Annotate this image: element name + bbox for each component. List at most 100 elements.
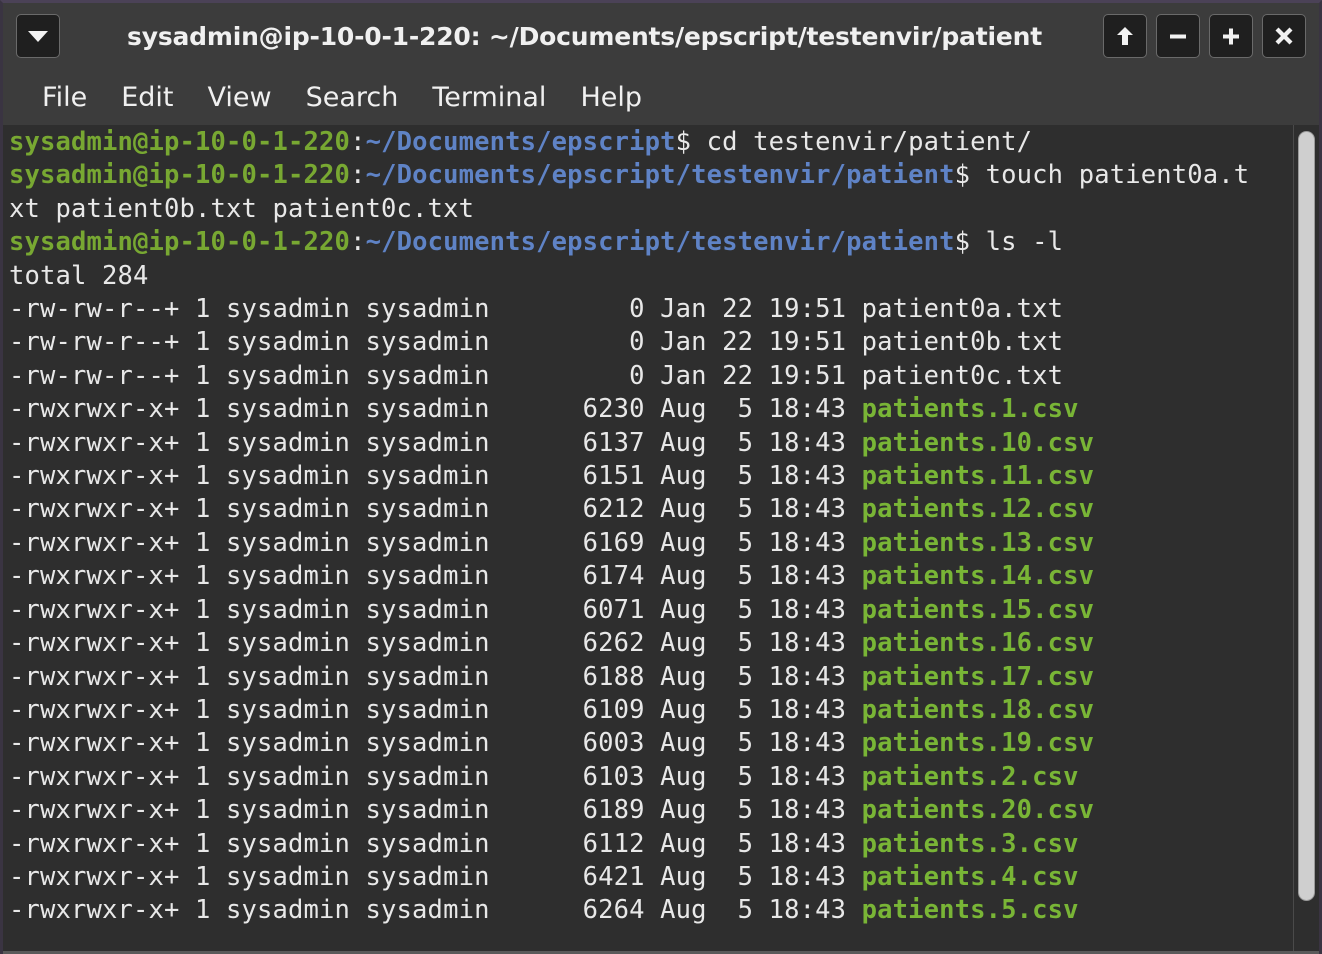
file-listing-row: -rwxrwxr-x+ 1 sysadmin sysadmin 6174 Aug… (9, 560, 1293, 593)
terminal-window: sysadmin@ip-10-0-1-220: ~/Documents/epsc… (0, 0, 1322, 954)
file-listing-row: -rwxrwxr-x+ 1 sysadmin sysadmin 6137 Aug… (9, 427, 1293, 460)
file-name: patients.14.csv (861, 561, 1095, 592)
file-metadata: -rwxrwxr-x+ 1 sysadmin sysadmin 6174 Aug… (9, 561, 862, 592)
prompt-command: $ cd testenvir/patient/ (675, 127, 1033, 157)
file-listing-row: -rwxrwxr-x+ 1 sysadmin sysadmin 6262 Aug… (9, 627, 1293, 660)
file-name: patients.1.csv (861, 394, 1079, 425)
file-listing-row: -rwxrwxr-x+ 1 sysadmin sysadmin 6112 Aug… (9, 828, 1293, 861)
prompt-command: $ touch patient0a.t (954, 160, 1250, 191)
file-metadata: -rwxrwxr-x+ 1 sysadmin sysadmin 6230 Aug… (9, 394, 862, 425)
prompt-path: ~/Documents/epscript/testenvir/patient (365, 160, 955, 191)
prompt-user-host: sysadmin@ip-10-0-1-220 (9, 160, 351, 191)
file-listing-row: -rwxrwxr-x+ 1 sysadmin sysadmin 6421 Aug… (9, 861, 1293, 894)
file-name: patients.18.csv (861, 694, 1095, 725)
prompt-path: ~/Documents/epscript/testenvir/patient (365, 227, 955, 258)
terminal-scrollbar[interactable] (1293, 125, 1319, 951)
file-metadata: -rwxrwxr-x+ 1 sysadmin sysadmin 6109 Aug… (9, 694, 862, 725)
file-metadata: -rwxrwxr-x+ 1 sysadmin sysadmin 6112 Aug… (9, 828, 862, 859)
file-metadata: -rw-rw-r--+ 1 sysadmin sysadmin 0 Jan 22… (9, 360, 862, 391)
file-listing-row: -rwxrwxr-x+ 1 sysadmin sysadmin 6188 Aug… (9, 661, 1293, 694)
terminal-output[interactable]: sysadmin@ip-10-0-1-220:~/Documents/epscr… (3, 125, 1293, 951)
file-listing-row: -rw-rw-r--+ 1 sysadmin sysadmin 0 Jan 22… (9, 360, 1293, 393)
file-metadata: -rwxrwxr-x+ 1 sysadmin sysadmin 6189 Aug… (9, 795, 862, 826)
menu-item-view[interactable]: View (190, 80, 288, 115)
minimize-button[interactable] (1156, 14, 1200, 58)
menu-item-help[interactable]: Help (563, 80, 659, 115)
menu-bar: File Edit View Search Terminal Help (3, 69, 1319, 125)
prompt-colon: : (350, 127, 366, 157)
file-name: patient0a.txt (861, 294, 1064, 325)
scrollbar-thumb[interactable] (1298, 131, 1315, 901)
file-listing-row: -rwxrwxr-x+ 1 sysadmin sysadmin 6103 Aug… (9, 761, 1293, 794)
file-metadata: -rwxrwxr-x+ 1 sysadmin sysadmin 6212 Aug… (9, 494, 862, 525)
arrow-up-icon (1117, 27, 1133, 45)
file-name: patients.20.csv (861, 795, 1095, 826)
file-name: patient0c.txt (861, 360, 1064, 391)
terminal-total-line: total 284 (9, 260, 1293, 293)
prompt-colon: : (350, 227, 366, 258)
file-name: patients.2.csv (861, 761, 1079, 792)
prompt-path: ~/Documents/epscript (365, 127, 676, 157)
file-listing-row: -rwxrwxr-x+ 1 sysadmin sysadmin 6189 Aug… (9, 794, 1293, 827)
file-listing-row: -rwxrwxr-x+ 1 sysadmin sysadmin 6109 Aug… (9, 694, 1293, 727)
window-title: sysadmin@ip-10-0-1-220: ~/Documents/epsc… (127, 21, 1042, 51)
file-listing-row: -rwxrwxr-x+ 1 sysadmin sysadmin 6071 Aug… (9, 594, 1293, 627)
title-bar: sysadmin@ip-10-0-1-220: ~/Documents/epsc… (3, 3, 1319, 69)
file-name: patients.17.csv (861, 661, 1095, 692)
file-metadata: -rwxrwxr-x+ 1 sysadmin sysadmin 6103 Aug… (9, 761, 862, 792)
file-metadata: -rwxrwxr-x+ 1 sysadmin sysadmin 6421 Aug… (9, 861, 862, 892)
prompt-user-host: sysadmin@ip-10-0-1-220 (9, 227, 351, 258)
file-name: patients.3.csv (861, 828, 1079, 859)
file-metadata: -rw-rw-r--+ 1 sysadmin sysadmin 0 Jan 22… (9, 327, 862, 358)
file-metadata: -rwxrwxr-x+ 1 sysadmin sysadmin 6071 Aug… (9, 594, 862, 625)
window-controls (1103, 14, 1306, 58)
file-metadata: -rwxrwxr-x+ 1 sysadmin sysadmin 6003 Aug… (9, 728, 862, 759)
zoom-in-button[interactable] (1209, 14, 1253, 58)
menu-item-file[interactable]: File (25, 80, 104, 115)
file-metadata: -rwxrwxr-x+ 1 sysadmin sysadmin 6151 Aug… (9, 461, 862, 492)
terminal-wrapped-continuation: xt patient0b.txt patient0c.txt (9, 193, 1293, 226)
chevron-down-icon (28, 31, 48, 42)
wrapped-command-text: xt patient0b.txt patient0c.txt (9, 193, 475, 224)
file-listing-row: -rwxrwxr-x+ 1 sysadmin sysadmin 6169 Aug… (9, 527, 1293, 560)
close-x-icon (1275, 27, 1293, 45)
file-metadata: -rwxrwxr-x+ 1 sysadmin sysadmin 6264 Aug… (9, 895, 862, 926)
file-name: patients.13.csv (861, 527, 1095, 558)
terminal-prompt-line: sysadmin@ip-10-0-1-220:~/Documents/epscr… (9, 159, 1293, 192)
file-listing-row: -rwxrwxr-x+ 1 sysadmin sysadmin 6212 Aug… (9, 493, 1293, 526)
total-text: total 284 (9, 260, 149, 291)
file-metadata: -rwxrwxr-x+ 1 sysadmin sysadmin 6169 Aug… (9, 527, 862, 558)
terminal-prompt-line: sysadmin@ip-10-0-1-220:~/Documents/epscr… (9, 126, 1293, 159)
plus-icon (1223, 28, 1239, 45)
file-metadata: -rwxrwxr-x+ 1 sysadmin sysadmin 6188 Aug… (9, 661, 862, 692)
prompt-command: $ ls -l (954, 227, 1064, 258)
file-name: patients.19.csv (861, 728, 1095, 759)
prompt-colon: : (350, 160, 366, 191)
file-listing-row: -rw-rw-r--+ 1 sysadmin sysadmin 0 Jan 22… (9, 293, 1293, 326)
file-metadata: -rw-rw-r--+ 1 sysadmin sysadmin 0 Jan 22… (9, 294, 862, 325)
file-listing-row: -rw-rw-r--+ 1 sysadmin sysadmin 0 Jan 22… (9, 326, 1293, 359)
file-name: patients.16.csv (861, 628, 1095, 659)
window-menu-dropdown-button[interactable] (16, 14, 60, 58)
minus-icon (1170, 34, 1186, 39)
file-name: patients.12.csv (861, 494, 1095, 525)
file-name: patients.15.csv (861, 594, 1095, 625)
file-listing-row: -rwxrwxr-x+ 1 sysadmin sysadmin 6003 Aug… (9, 727, 1293, 760)
file-listing-row: -rwxrwxr-x+ 1 sysadmin sysadmin 6151 Aug… (9, 460, 1293, 493)
file-name: patient0b.txt (861, 327, 1064, 358)
file-metadata: -rwxrwxr-x+ 1 sysadmin sysadmin 6137 Aug… (9, 427, 862, 458)
menu-item-edit[interactable]: Edit (104, 80, 190, 115)
close-button[interactable] (1262, 14, 1306, 58)
prompt-user-host: sysadmin@ip-10-0-1-220 (9, 127, 351, 157)
file-name: patients.10.csv (861, 427, 1095, 458)
file-listing-row: -rwxrwxr-x+ 1 sysadmin sysadmin 6230 Aug… (9, 393, 1293, 426)
file-listing-row: -rwxrwxr-x+ 1 sysadmin sysadmin 6264 Aug… (9, 894, 1293, 927)
file-metadata: -rwxrwxr-x+ 1 sysadmin sysadmin 6262 Aug… (9, 628, 862, 659)
terminal-prompt-line: sysadmin@ip-10-0-1-220:~/Documents/epscr… (9, 226, 1293, 259)
file-name: patients.5.csv (861, 895, 1079, 926)
terminal-area: sysadmin@ip-10-0-1-220:~/Documents/epscr… (3, 125, 1319, 954)
file-name: patients.4.csv (861, 861, 1079, 892)
menu-item-search[interactable]: Search (289, 80, 416, 115)
maximize-restore-button[interactable] (1103, 14, 1147, 58)
menu-item-terminal[interactable]: Terminal (415, 80, 563, 115)
